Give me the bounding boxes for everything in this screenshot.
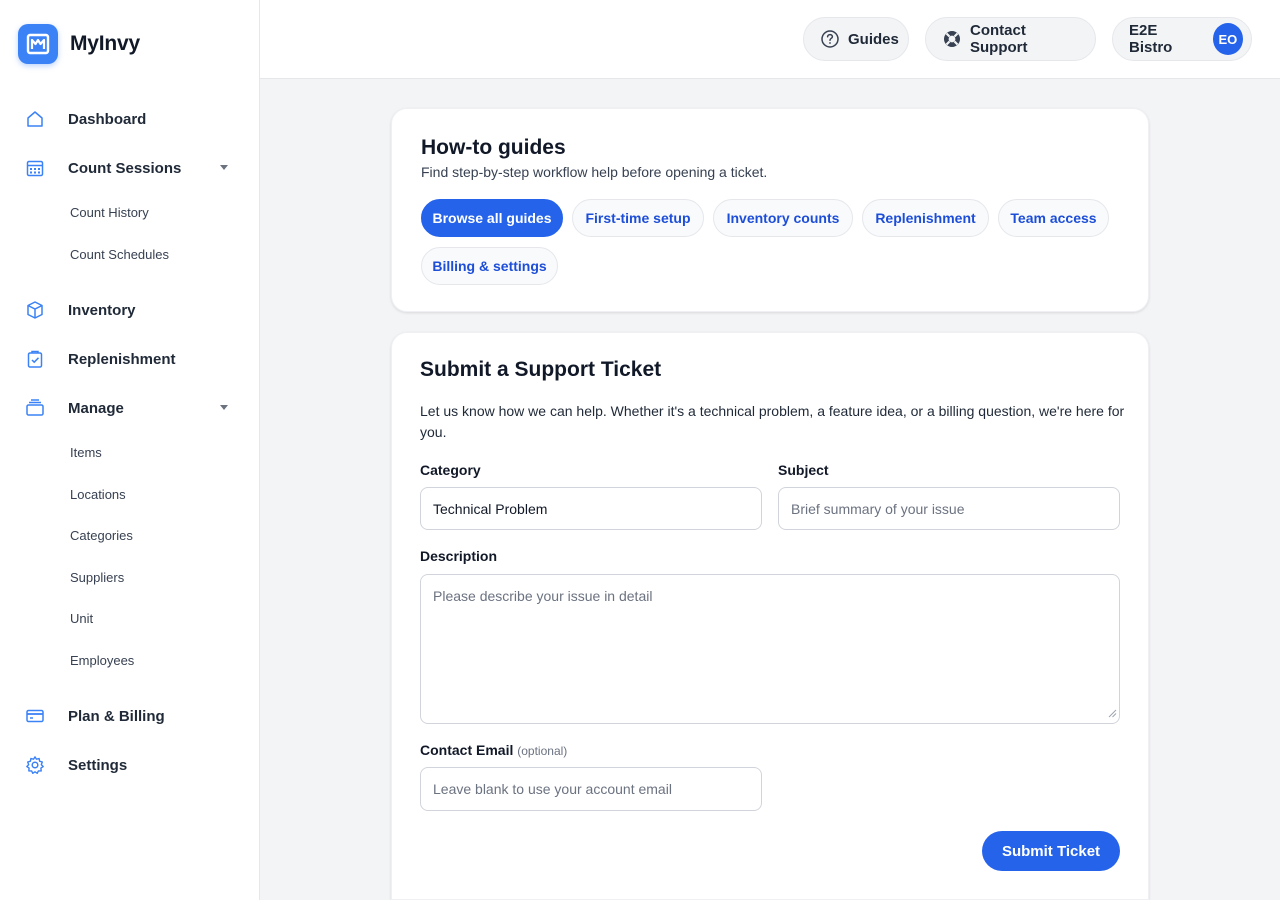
clipboard-check-icon xyxy=(24,348,46,370)
account-name: E2E Bistro xyxy=(1129,22,1173,56)
sidebar-subitem-categories[interactable]: Categories xyxy=(70,526,133,546)
chip-team-access[interactable]: Team access xyxy=(998,199,1109,237)
calendar-icon xyxy=(24,157,46,179)
subject-label: Subject xyxy=(778,462,829,478)
credit-card-icon xyxy=(24,705,46,727)
sidebar-item-settings[interactable]: Settings xyxy=(24,747,236,783)
brand[interactable]: MyInvy xyxy=(18,24,140,64)
support-ticket-card: Submit a Support Ticket Let us know how … xyxy=(391,332,1149,900)
sidebar-subitem-locations[interactable]: Locations xyxy=(70,485,126,505)
ticket-form-title: Submit a Support Ticket xyxy=(420,358,662,381)
resize-handle-icon[interactable] xyxy=(1108,705,1117,721)
description-label: Description xyxy=(420,548,498,564)
contact-email-input[interactable]: Leave blank to use your account email xyxy=(420,767,762,811)
sidebar-item-label: Replenishment xyxy=(68,350,176,368)
gear-icon xyxy=(24,754,46,776)
sidebar-item-count-sessions[interactable]: Count Sessions xyxy=(24,150,236,186)
sidebar-item-plan-billing[interactable]: Plan & Billing xyxy=(24,698,236,734)
sidebar-item-label: Dashboard xyxy=(68,110,147,128)
sidebar-item-label: Manage xyxy=(68,399,124,417)
chip-first-time-setup[interactable]: First-time setup xyxy=(572,199,704,237)
optional-hint: (optional) xyxy=(517,744,568,758)
contact-support-button[interactable]: Contact Support xyxy=(925,17,1096,61)
sidebar-subitem-count-history[interactable]: Count History xyxy=(70,203,149,223)
account-menu-button[interactable]: E2E Bistro EO xyxy=(1112,17,1252,61)
app-name: MyInvy xyxy=(70,32,140,55)
chevron-down-icon xyxy=(220,405,228,410)
how-to-guides-card: How-to guides Find step-by-step workflow… xyxy=(391,108,1149,312)
description-textarea[interactable]: Please describe your issue in detail xyxy=(420,574,1120,724)
contact-email-label: Contact Email (optional) xyxy=(420,742,567,758)
contact-support-label: Contact Support xyxy=(970,22,1028,56)
sidebar-item-label: Settings xyxy=(68,756,128,774)
sidebar-subitem-employees[interactable]: Employees xyxy=(70,651,134,671)
description-placeholder: Please describe your issue in detail xyxy=(433,588,653,604)
contact-email-label-text: Contact Email xyxy=(420,742,514,758)
ticket-form-intro: Let us know how we can help. Whether it'… xyxy=(420,403,1125,440)
subject-placeholder: Brief summary of your issue xyxy=(791,500,965,517)
home-icon xyxy=(24,108,46,130)
category-select[interactable]: Technical Problem xyxy=(420,487,762,530)
top-bar: Guides Contact Support E2E Bistro EO xyxy=(260,0,1280,79)
sidebar-item-label: Inventory xyxy=(68,301,136,319)
sidebar-subitem-unit[interactable]: Unit xyxy=(70,609,93,629)
help-circle-icon xyxy=(820,29,840,49)
submit-ticket-button[interactable]: Submit Ticket xyxy=(982,831,1120,871)
avatar: EO xyxy=(1212,23,1243,55)
chevron-down-icon xyxy=(220,165,228,170)
sidebar: MyInvy Dashboard Count Sessions Count Hi… xyxy=(0,0,260,900)
contact-email-placeholder: Leave blank to use your account email xyxy=(433,781,672,797)
category-select-value: Technical Problem xyxy=(433,500,548,517)
category-label: Category xyxy=(420,462,481,478)
sidebar-item-inventory[interactable]: Inventory xyxy=(24,292,236,328)
guides-button-label: Guides xyxy=(848,30,899,48)
guides-button[interactable]: Guides xyxy=(803,17,909,61)
subject-input[interactable]: Brief summary of your issue xyxy=(778,487,1120,530)
sidebar-item-dashboard[interactable]: Dashboard xyxy=(24,101,236,137)
layers-icon xyxy=(24,397,46,419)
chip-replenishment[interactable]: Replenishment xyxy=(862,199,989,237)
chip-billing-settings[interactable]: Billing & settings xyxy=(421,247,558,285)
guides-card-title: How-to guides xyxy=(421,136,566,159)
sidebar-item-replenishment[interactable]: Replenishment xyxy=(24,341,236,377)
guides-card-subtitle: Find step-by-step workflow help before o… xyxy=(421,164,768,180)
box-icon xyxy=(24,299,46,321)
sidebar-item-label: Plan & Billing xyxy=(68,707,165,725)
lifebuoy-icon xyxy=(942,29,962,49)
app-logo-icon xyxy=(18,24,58,64)
sidebar-subitem-count-schedules[interactable]: Count Schedules xyxy=(70,245,169,265)
chip-browse-all-guides[interactable]: Browse all guides xyxy=(421,199,563,237)
sidebar-item-manage[interactable]: Manage xyxy=(24,390,236,426)
sidebar-subitem-suppliers[interactable]: Suppliers xyxy=(70,568,124,588)
chip-inventory-counts[interactable]: Inventory counts xyxy=(713,199,853,237)
sidebar-subitem-items[interactable]: Items xyxy=(70,443,102,463)
sidebar-item-label: Count Sessions xyxy=(68,159,182,177)
